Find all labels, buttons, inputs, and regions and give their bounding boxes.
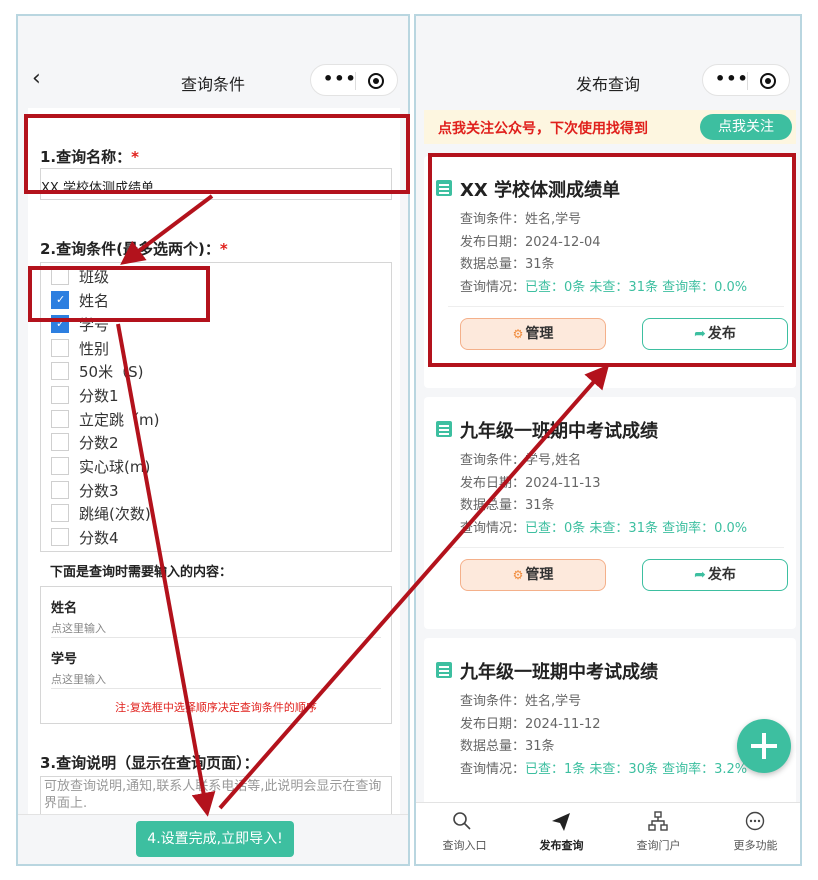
highlight-new-card	[428, 153, 796, 367]
conditions-label: 2.查询条件(最多选两个)：*	[40, 240, 228, 258]
query-form: 1.查询名称：* XX 学校体测成绩单 2.查询条件(最多选两个)：* 班级 姓…	[28, 108, 400, 828]
name-input[interactable]: 点这里输入	[51, 620, 106, 636]
card-conditions: 查询条件：姓名,学号	[460, 694, 582, 709]
list-icon	[436, 662, 452, 678]
add-button[interactable]	[737, 719, 791, 773]
input-id-label: 学号	[51, 652, 78, 667]
more-icon[interactable]: •••	[323, 69, 357, 88]
list-icon	[436, 421, 452, 437]
divider	[448, 547, 784, 548]
checkbox[interactable]	[51, 433, 69, 451]
checkbox[interactable]	[51, 386, 69, 404]
banner-text: 点我关注公众号，下次使用找得到	[438, 121, 648, 137]
follow-banner: 点我关注公众号，下次使用找得到 点我关注	[424, 110, 796, 144]
card-date: 发布日期：2024-11-12	[460, 717, 601, 732]
tab-query-entry[interactable]: 查询入口	[416, 803, 513, 864]
description-label: 3.查询说明（显示在查询页面）：	[40, 754, 259, 772]
id-input[interactable]: 点这里输入	[51, 671, 106, 687]
checkbox[interactable]	[51, 504, 69, 522]
divider	[51, 637, 381, 638]
close-mini-program-icon[interactable]	[760, 73, 776, 89]
divider	[51, 688, 381, 689]
capsule-divider	[747, 72, 748, 90]
navbar: 发布查询 •••	[416, 16, 800, 106]
more-circle-icon	[745, 811, 765, 831]
checkbox[interactable]	[51, 457, 69, 475]
query-inputs-preview: 姓名 点这里输入 学号 点这里输入 注:复选框中选择顺序决定查询条件的顺序	[40, 586, 392, 724]
sitemap-icon	[648, 811, 668, 831]
query-card[interactable]: 九年级一班期中考试成绩 查询条件：学号,姓名 发布日期：2024-11-13 数…	[424, 397, 796, 629]
capsule-divider	[355, 72, 356, 90]
close-mini-program-icon[interactable]	[368, 73, 384, 89]
search-icon	[453, 812, 471, 830]
checkbox[interactable]	[51, 362, 69, 380]
card-title: 九年级一班期中考试成绩	[460, 662, 658, 683]
checkbox[interactable]	[51, 481, 69, 499]
highlight-selected-conditions	[28, 266, 210, 322]
send-icon	[552, 813, 570, 831]
more-icon[interactable]: •••	[715, 69, 749, 88]
card-status: 查询情况：已查：1条 未查：30条 查询率：3.2%	[460, 762, 748, 777]
order-note: 注:复选框中选择顺序决定查询条件的顺序	[115, 701, 317, 714]
checkbox[interactable]	[51, 410, 69, 428]
card-title: 九年级一班期中考试成绩	[460, 421, 658, 442]
tab-publish[interactable]: 发布查询	[513, 803, 610, 864]
highlight-query-name	[24, 114, 410, 194]
inputs-header: 下面是查询时需要输入的内容：	[50, 565, 233, 580]
tab-portal[interactable]: 查询门户	[610, 803, 707, 864]
card-total: 数据总量：31条	[460, 498, 555, 513]
share-icon: ➦	[694, 567, 706, 583]
tab-bar: 查询入口 发布查询 查询门户 更多功能	[416, 802, 800, 864]
manage-button[interactable]: ⚙ 管理	[460, 559, 606, 591]
tab-more[interactable]: 更多功能	[707, 803, 800, 864]
card-conditions: 查询条件：学号,姓名	[460, 453, 582, 468]
gear-icon: ⚙	[512, 568, 524, 582]
card-total: 数据总量：31条	[460, 739, 555, 754]
import-button[interactable]: 4.设置完成,立即导入!	[136, 821, 294, 857]
checkbox[interactable]	[51, 339, 69, 357]
right-screen: 发布查询 ••• 点我关注公众号，下次使用找得到 点我关注 XX 学校体测成绩单…	[414, 14, 802, 866]
card-date: 发布日期：2024-11-13	[460, 476, 601, 491]
follow-button[interactable]: 点我关注	[700, 114, 792, 140]
mini-program-capsule: •••	[310, 64, 398, 96]
card-status: 查询情况：已查：0条 未查：31条 查询率：0.0%	[460, 521, 748, 536]
checkbox[interactable]	[51, 528, 69, 546]
publish-button[interactable]: ➦ 发布	[642, 559, 788, 591]
input-name-label: 姓名	[51, 601, 78, 616]
mini-program-capsule: •••	[702, 64, 790, 96]
query-card[interactable]: 九年级一班期中考试成绩 查询条件：姓名,学号 发布日期：2024-11-12 数…	[424, 638, 796, 818]
bottom-bar: 4.设置完成,立即导入!	[18, 814, 408, 864]
navbar: ‹ 查询条件 •••	[18, 16, 408, 106]
